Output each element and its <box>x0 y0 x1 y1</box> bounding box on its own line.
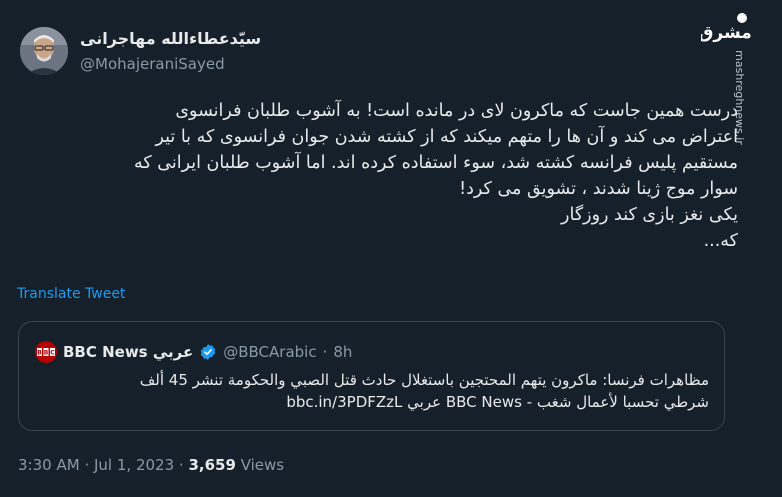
quoted-tweet-card[interactable]: B B C BBC News عربي @BBCArabic · 8h مظاه… <box>18 321 725 431</box>
quoted-line: شرطي تحسبا لأعمال شغب - BBC News عربي bb… <box>286 393 709 411</box>
author-avatar[interactable] <box>20 27 68 75</box>
meta-separator: · <box>84 456 90 474</box>
meta-separator: · <box>178 456 184 474</box>
avatar-photo <box>20 27 68 75</box>
author-handle[interactable]: @MohajeraniSayed <box>80 55 225 73</box>
svg-text:C: C <box>50 350 55 357</box>
bbc-logo-icon: B B C <box>37 348 55 356</box>
views-label: Views <box>240 456 285 474</box>
mashregh-logo: مشرق <box>698 10 752 48</box>
quoted-time[interactable]: 8h <box>333 343 352 361</box>
tweet-meta: 3:30 AM · Jul 1, 2023 · 3,659 Views <box>18 456 284 474</box>
tweet-date[interactable]: Jul 1, 2023 <box>94 456 174 474</box>
svg-text:B: B <box>37 350 42 357</box>
quoted-author-name[interactable]: BBC News عربي <box>63 343 193 361</box>
tweet-line: سوار موج ژینا شدند ، تشویق می کرد! <box>459 179 738 199</box>
verified-badge-icon <box>200 344 216 360</box>
bbc-avatar[interactable]: B B C <box>35 341 57 363</box>
quoted-author-handle[interactable]: @BBCArabic <box>223 343 316 361</box>
tweet-line: مستقیم پلیس فرانسه کشته شد، سوء استفاده … <box>134 153 738 173</box>
quoted-line: مظاهرات فرنسا: ماكرون يتهم المحتجين باست… <box>139 371 709 389</box>
quoted-tweet-header: B B C BBC News عربي @BBCArabic · 8h <box>35 340 352 364</box>
svg-text:B: B <box>44 350 49 357</box>
tweet-line: که... <box>703 231 738 251</box>
quoted-tweet-text: مظاهرات فرنسا: ماكرون يتهم المحتجين باست… <box>35 369 709 413</box>
author-display-name[interactable]: سیّدعطاءالله مهاجرانی <box>80 29 261 48</box>
tweet-time[interactable]: 3:30 AM <box>18 456 80 474</box>
tweet-text: درست همین جاست که ماکرون لای در مانده اس… <box>20 98 738 254</box>
tweet-line: یکی نغز بازی کند روزگار <box>561 205 738 225</box>
tweet-line: اعتراض می کند و آن ها را متهم میکند که ا… <box>155 127 738 147</box>
watermark-logo-text: مشرق <box>701 23 751 43</box>
quoted-separator: · <box>322 343 328 361</box>
views-count: 3,659 <box>188 456 236 474</box>
translate-tweet-link[interactable]: Translate Tweet <box>17 286 125 302</box>
tweet-line: درست همین جاست که ماکرون لای در مانده اس… <box>175 101 738 121</box>
